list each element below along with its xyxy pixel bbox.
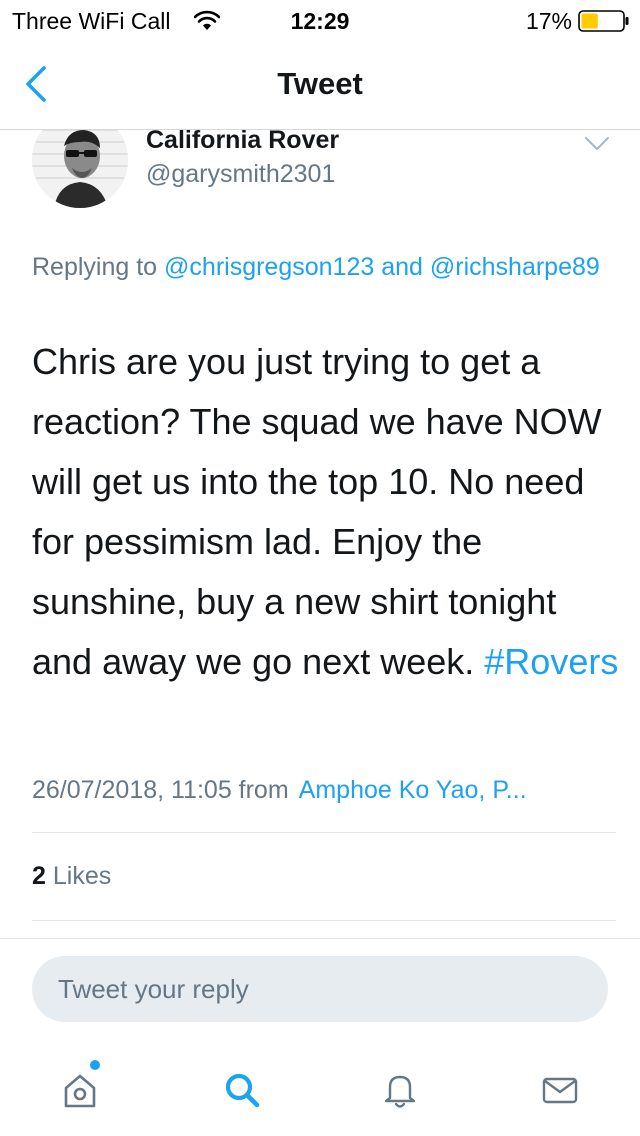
tweet-timestamp: 26/07/2018, 11:05 from bbox=[32, 776, 289, 804]
hashtag-link[interactable]: #Rovers bbox=[484, 641, 618, 682]
reply-placeholder: Tweet your reply bbox=[58, 974, 249, 1004]
nav-bar: Tweet bbox=[0, 40, 640, 130]
author-name[interactable]: California Rover bbox=[146, 126, 339, 155]
search-icon bbox=[225, 1073, 260, 1108]
mention-link[interactable]: @richsharpe89 bbox=[430, 253, 600, 281]
tweet-meta: 26/07/2018, 11:05 from Amphoe Ko Yao, P..… bbox=[32, 776, 622, 805]
page-title: Tweet bbox=[277, 66, 363, 101]
likes-label: Likes bbox=[52, 862, 112, 890]
tab-home[interactable] bbox=[50, 1060, 110, 1120]
messages-envelope-icon bbox=[542, 1077, 578, 1104]
replying-prefix: Replying to bbox=[32, 253, 158, 281]
replying-to: Replying to @chrisgregson123 and @richsh… bbox=[32, 248, 622, 286]
mention-link[interactable]: @chrisgregson123 bbox=[164, 253, 374, 281]
reply-input[interactable]: Tweet your reply bbox=[32, 956, 608, 1022]
divider bbox=[32, 832, 616, 833]
author-handle[interactable]: @garysmith2301 bbox=[146, 160, 335, 189]
chevron-down-icon[interactable] bbox=[584, 136, 610, 152]
notifications-bell-icon bbox=[384, 1075, 416, 1108]
tab-messages[interactable] bbox=[530, 1060, 590, 1120]
divider bbox=[32, 920, 616, 921]
status-bar: Three WiFi Call 12:29 17% bbox=[0, 0, 640, 40]
tab-search[interactable] bbox=[212, 1060, 272, 1120]
tweet-body-text: Chris are you just trying to get a react… bbox=[32, 341, 602, 682]
likes-stat[interactable]: 2 Likes bbox=[32, 862, 111, 891]
likes-count: 2 bbox=[32, 862, 46, 890]
divider bbox=[0, 938, 640, 939]
notification-dot bbox=[90, 1060, 100, 1070]
battery-icon bbox=[578, 10, 630, 32]
tab-notifications[interactable] bbox=[370, 1060, 430, 1120]
location-link[interactable]: Amphoe Ko Yao, P... bbox=[299, 776, 527, 804]
tweet-text: Chris are you just trying to get a react… bbox=[32, 332, 622, 692]
home-icon bbox=[64, 1074, 96, 1108]
battery-percent: 17% bbox=[525, 8, 572, 34]
tab-bar bbox=[0, 1046, 640, 1136]
replying-and: and bbox=[381, 253, 423, 281]
